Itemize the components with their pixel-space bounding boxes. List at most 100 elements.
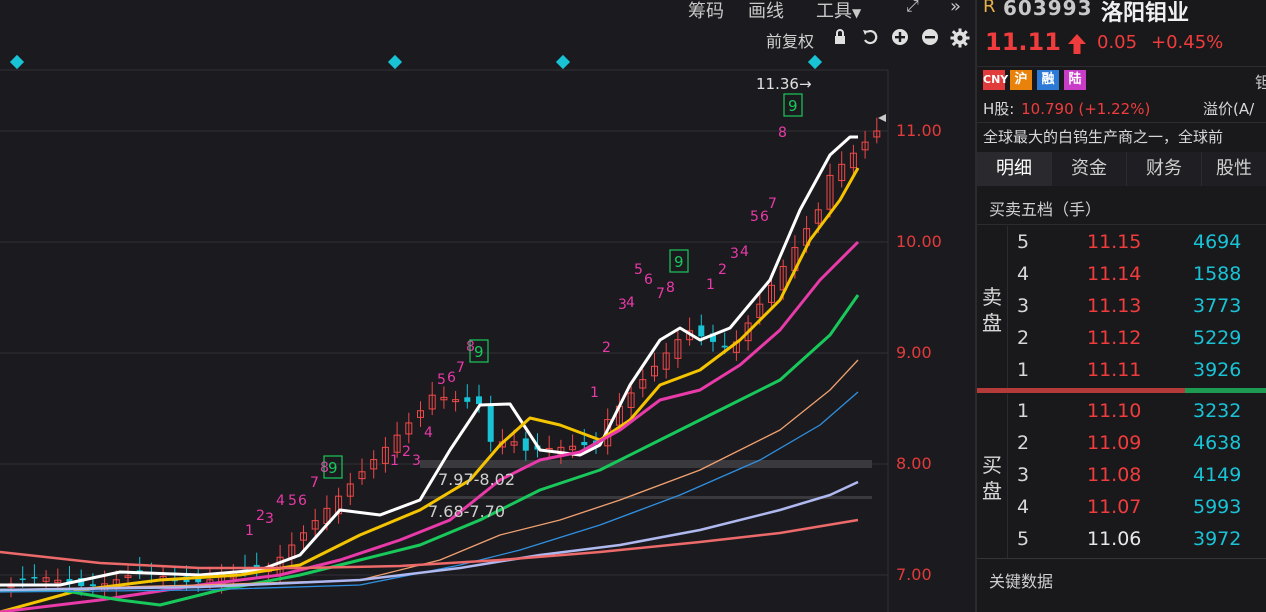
stock-code: 603993 <box>1003 0 1093 20</box>
sell-level-price: 11.12 <box>1087 327 1142 349</box>
buy-level-row[interactable]: 3 11.08 4149 <box>977 460 1266 492</box>
last-price: 11.11 <box>985 28 1061 56</box>
count-label-9: 9 <box>788 97 798 115</box>
price-axis-label-7: 7.00 <box>896 565 932 584</box>
buy-level-volume: 3972 <box>1193 528 1242 550</box>
quote-side-panel: R 603993 洛阳钼业 11.11 0.05 +0.45% CNY 沪 融 … <box>977 0 1266 612</box>
count-label: 6 <box>644 272 653 288</box>
buy-level-price: 11.10 <box>1087 400 1142 422</box>
buy-level-number: 5 <box>1017 528 1030 550</box>
candle-body <box>581 442 588 446</box>
sell-level-number: 5 <box>1017 231 1030 253</box>
stock-name[interactable]: 洛阳钼业 <box>1101 0 1189 27</box>
sell-level-price: 11.11 <box>1087 359 1142 381</box>
count-label: 7 <box>656 286 665 302</box>
buy-level-price: 11.06 <box>1087 528 1142 550</box>
bid-ask-bar <box>977 388 1266 393</box>
count-label: 5 <box>437 372 446 388</box>
ma90-line <box>0 391 859 593</box>
tab-detail[interactable]: 明细 <box>977 152 1052 186</box>
count-label: 4 <box>626 295 635 311</box>
buy-level-number: 1 <box>1017 400 1030 422</box>
count-label: 2 <box>402 444 411 460</box>
count-label-9: 9 <box>674 253 684 271</box>
kline-chart-panel[interactable]: 筹码 画线 工具▼ ⤢ » 前复权 1 2 3 4 5 6 7 8 9 1 2 … <box>0 0 975 612</box>
count-label: 4 <box>424 425 433 441</box>
count-label: 7 <box>768 196 777 212</box>
tab-finance[interactable]: 财务 <box>1127 152 1202 186</box>
price-axis-label-9: 9.00 <box>896 343 932 362</box>
buy-level-number: 2 <box>1017 432 1030 454</box>
event-diamond-4 <box>807 54 823 70</box>
detail-tabs: 明细 资金 财务 股性 <box>977 152 1266 186</box>
candle-body <box>19 578 26 581</box>
h-share-row: H股: 10.790 (+1.22%) 溢价(A/ <box>983 98 1266 119</box>
buy-level-row[interactable]: 4 11.07 5993 <box>977 492 1266 524</box>
candle-body <box>89 584 96 587</box>
price-change-pct: +0.45% <box>1151 32 1224 53</box>
count-label: 1 <box>390 453 399 469</box>
tag-cny[interactable]: CNY <box>983 70 1008 90</box>
buy-level-volume: 4638 <box>1193 432 1242 454</box>
sell-level-number: 4 <box>1017 263 1030 285</box>
tag-sh[interactable]: 沪 <box>1010 70 1032 90</box>
count-label: 3 <box>730 246 739 262</box>
company-description[interactable]: 全球最大的白钨生产商之一，全球前 <box>983 126 1266 147</box>
key-data-title: 关键数据 <box>989 572 1054 591</box>
count-label: 5 <box>634 262 643 278</box>
count-label: 3 <box>265 511 274 527</box>
count-label: 5 <box>750 209 759 225</box>
premium-label: 溢价(A/ <box>1203 100 1255 118</box>
tab-stock-nature[interactable]: 股性 <box>1202 152 1266 186</box>
zone-band-lower <box>420 496 872 499</box>
count-label-9: 9 <box>474 343 484 361</box>
tag-margin[interactable]: 融 <box>1037 70 1059 90</box>
count-label: 2 <box>602 340 611 356</box>
candle-body <box>698 325 705 337</box>
divider <box>977 558 1266 559</box>
tag-connect[interactable]: 陆 <box>1064 70 1086 90</box>
buy-level-volume: 4149 <box>1193 464 1242 486</box>
sell-level-price: 11.15 <box>1087 231 1142 253</box>
sell-level-volume: 3926 <box>1193 359 1242 381</box>
count-label: 3 <box>412 453 421 469</box>
buy-level-row[interactable]: 5 11.06 3972 <box>977 524 1266 556</box>
buy-level-row[interactable]: 2 11.09 4638 <box>977 428 1266 460</box>
count-label: 4 <box>276 493 285 509</box>
current-price-pointer <box>878 114 886 122</box>
ma30-line <box>0 294 860 607</box>
sell-level-row[interactable]: 2 11.12 5229 <box>977 323 1266 355</box>
count-label: 2 <box>718 262 727 278</box>
count-label: 7 <box>310 475 319 491</box>
sell-level-number: 2 <box>1017 327 1030 349</box>
sell-level-row[interactable]: 4 11.14 1588 <box>977 259 1266 291</box>
price-axis-label-11: 11.00 <box>896 121 942 140</box>
event-diamond-3 <box>555 54 571 70</box>
buy-level-volume: 3232 <box>1193 400 1242 422</box>
count-label: 1 <box>245 523 254 539</box>
candle-body <box>476 396 482 405</box>
high-price-marker: 11.36→ <box>756 75 812 93</box>
candle-body <box>464 397 471 402</box>
count-label: 2 <box>256 508 265 524</box>
orderbook-title: 买卖五档（手） <box>989 200 1102 219</box>
event-diamond-1 <box>9 54 25 70</box>
sell-level-row[interactable]: 3 11.13 3773 <box>977 291 1266 323</box>
price-axis-label-8: 8.00 <box>896 454 932 473</box>
buy-level-volume: 5993 <box>1193 496 1242 518</box>
count-label: 7 <box>456 360 465 376</box>
sell-level-row[interactable]: 5 11.15 4694 <box>977 227 1266 259</box>
price-axis-label-10: 10.00 <box>896 232 942 251</box>
ask-ratio-bar <box>977 388 1185 393</box>
tab-funds[interactable]: 资金 <box>1052 152 1127 186</box>
sell-level-row[interactable]: 1 11.11 3926 <box>977 355 1266 387</box>
count-label-9: 9 <box>328 459 338 477</box>
count-label: 1 <box>706 277 715 293</box>
buy-level-row[interactable]: 1 11.10 3232 <box>977 396 1266 428</box>
sell-level-number: 3 <box>1017 295 1030 317</box>
count-label: 1 <box>590 385 599 401</box>
price-row: 11.11 0.05 +0.45% <box>977 28 1266 62</box>
count-label: 6 <box>447 370 456 386</box>
buy-level-number: 4 <box>1017 496 1030 518</box>
divider <box>977 122 1266 123</box>
